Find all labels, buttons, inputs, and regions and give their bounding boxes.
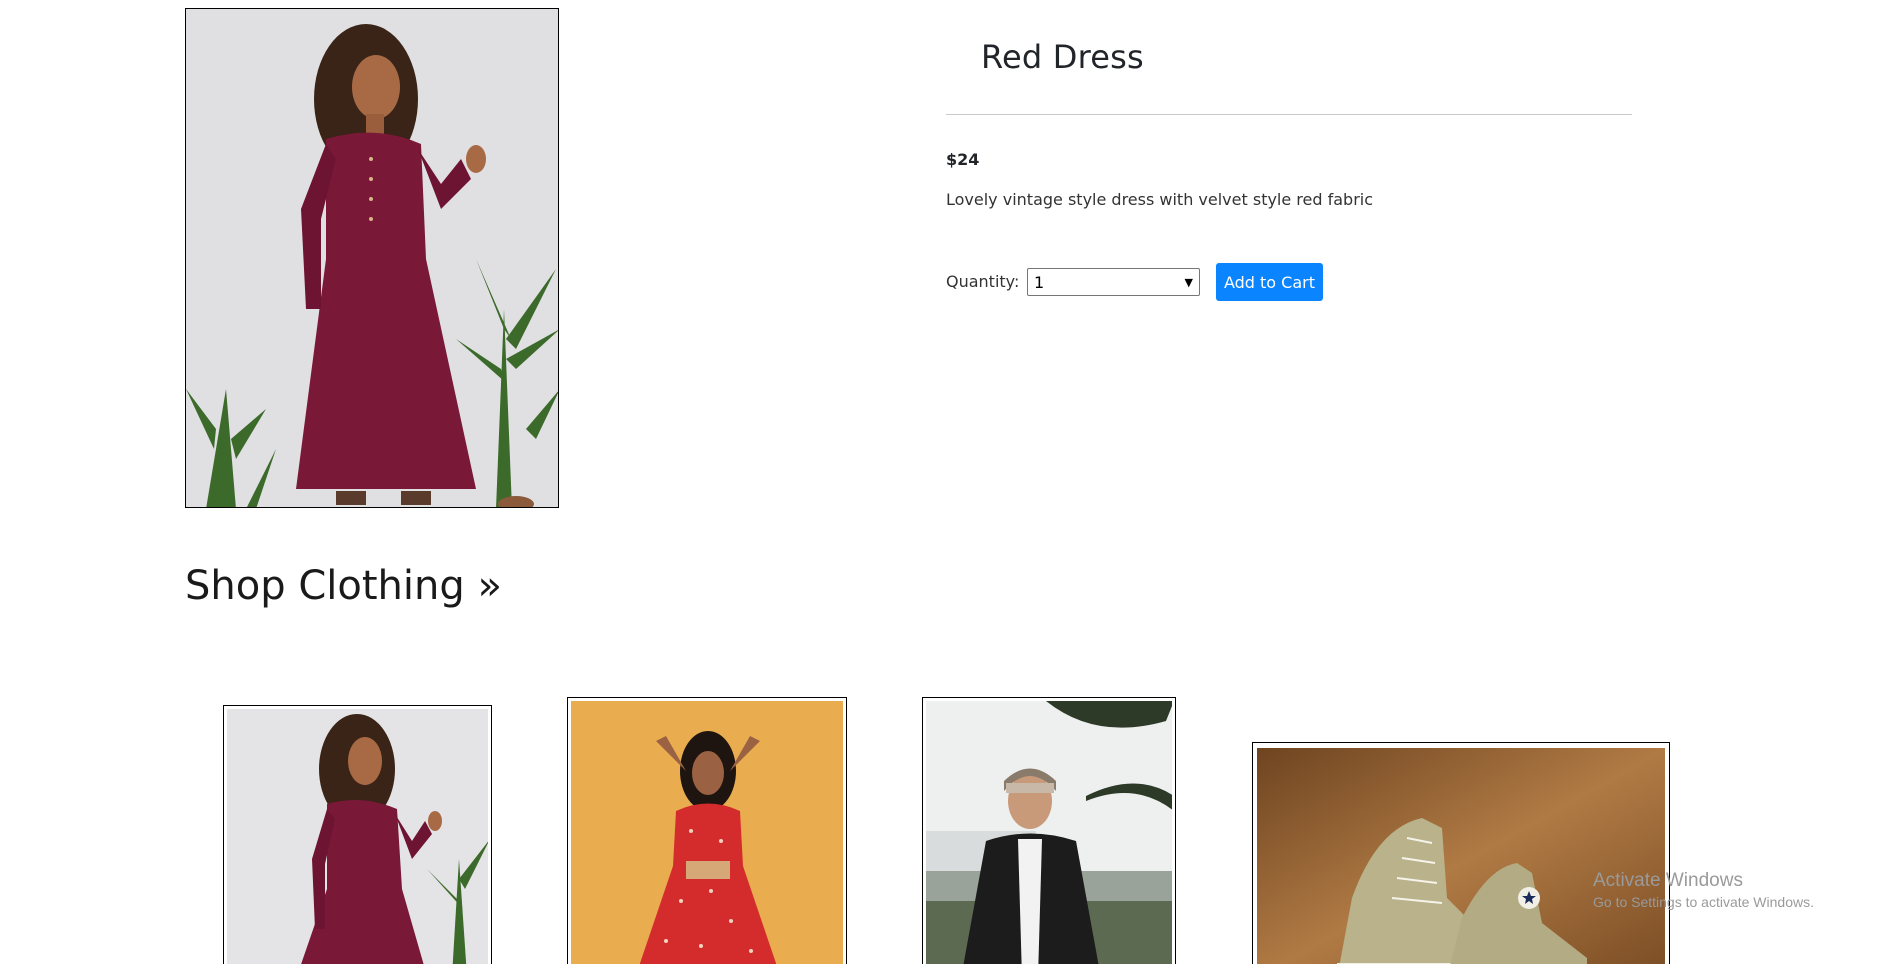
product-title: Red Dress (981, 38, 1144, 76)
windows-activation-watermark: Activate Windows Go to Settings to activ… (1593, 870, 1814, 910)
sneakers-photo (1257, 748, 1665, 964)
watermark-title: Activate Windows (1593, 870, 1743, 891)
leather-jacket-thumbnail[interactable] (922, 697, 1176, 964)
leather-jacket-photo (926, 701, 1172, 964)
floral-dress-thumbnail[interactable] (567, 697, 847, 964)
quantity-label: Quantity: (946, 272, 1020, 291)
floral-dress-photo (571, 701, 843, 964)
red-dress-photo (227, 709, 488, 964)
chevron-down-icon: ▼ (1184, 275, 1193, 289)
add-to-cart-button[interactable]: Add to Cart (1216, 263, 1323, 301)
title-divider (946, 114, 1632, 115)
sneakers-thumbnail[interactable] (1252, 742, 1670, 964)
product-photo (186, 9, 558, 507)
product-description: Lovely vintage style dress with velvet s… (946, 190, 1374, 209)
product-price: $24 (946, 150, 980, 169)
red-dress-thumbnail[interactable] (223, 705, 492, 964)
shop-clothing-link[interactable]: Shop Clothing » (185, 563, 502, 609)
quantity-value: 1 (1034, 272, 1045, 292)
watermark-subtitle: Go to Settings to activate Windows. (1593, 894, 1814, 910)
product-main-image (185, 8, 559, 508)
quantity-select[interactable]: 1 ▼ (1027, 268, 1200, 296)
